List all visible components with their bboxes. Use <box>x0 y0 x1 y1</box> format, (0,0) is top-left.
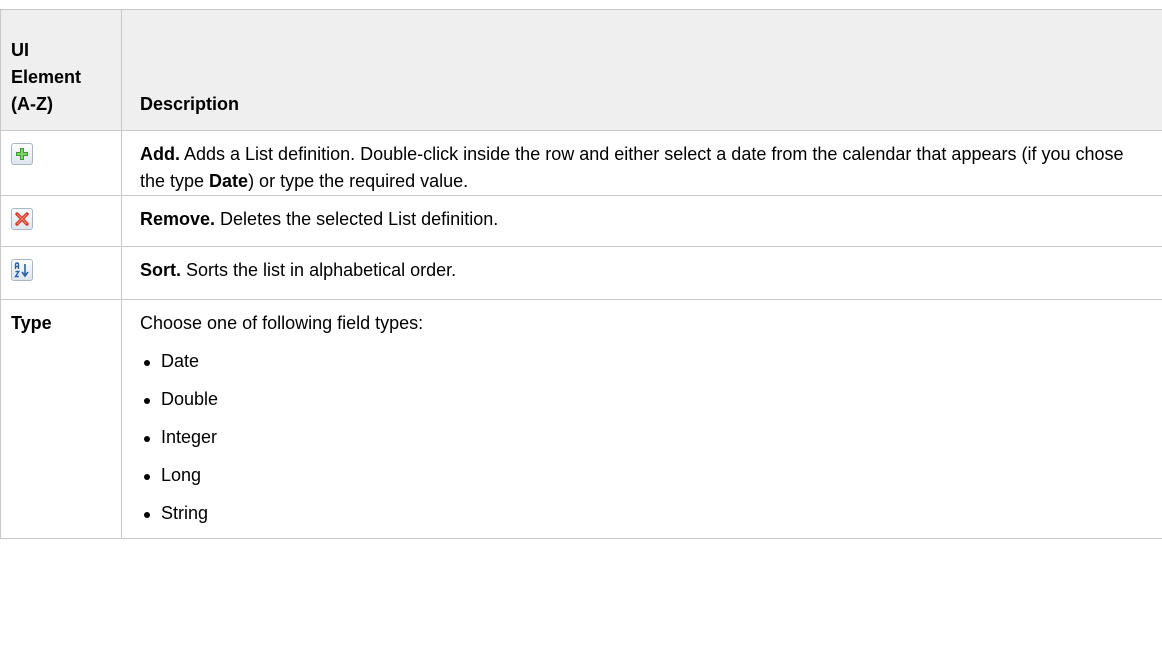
list-item-label: Integer <box>161 427 218 447</box>
add-icon-cell <box>0 130 122 196</box>
remove-x-icon <box>11 208 33 230</box>
table-row-add: Add. Adds a List definition. Double-clic… <box>0 130 1162 196</box>
table-row-remove: Remove. Deletes the selected List defini… <box>0 195 1162 247</box>
list-item-label: Date <box>161 351 200 371</box>
bullet-icon <box>144 512 150 518</box>
add-bold-date: Date <box>209 171 249 191</box>
list-item-label: String <box>161 503 209 523</box>
sort-description: Sort. Sorts the list in alphabetical ord… <box>121 246 1162 300</box>
add-title: Add. <box>140 144 180 164</box>
header-ui-element: UI Element (A-Z) <box>0 9 122 131</box>
field-type-list: Date Double Integer Long String <box>140 348 1144 538</box>
remove-text: Deletes the selected List definition. <box>215 209 499 229</box>
table-row-type: Type Choose one of following field types… <box>0 299 1162 539</box>
remove-icon-cell <box>0 195 122 247</box>
bullet-icon <box>144 360 150 366</box>
header-ui-element-line-1: UI <box>11 40 29 60</box>
sort-icon-cell <box>0 246 122 300</box>
sort-title: Sort. <box>140 260 182 280</box>
header-ui-element-line-2: Element <box>11 67 82 87</box>
list-item-label: Double <box>161 389 219 409</box>
list-item-string: String <box>140 500 1144 538</box>
type-element-label: Type <box>0 299 122 539</box>
list-item-label: Long <box>161 465 202 485</box>
header-description: Description <box>121 9 1162 131</box>
add-text-after: ) or type the required value. <box>248 171 469 191</box>
add-description: Add. Adds a List definition. Double-clic… <box>121 130 1162 196</box>
table-row-sort: Sort. Sorts the list in alphabetical ord… <box>0 246 1162 300</box>
remove-description: Remove. Deletes the selected List defini… <box>121 195 1162 247</box>
sort-az-icon <box>11 259 33 281</box>
list-item-date: Date <box>140 348 1144 386</box>
list-item-integer: Integer <box>140 424 1144 462</box>
header-ui-element-line-3: (A-Z) <box>11 94 53 114</box>
bullet-icon <box>144 398 150 404</box>
type-intro: Choose one of following field types: <box>140 313 424 333</box>
list-item-long: Long <box>140 462 1144 500</box>
table-header-row: UI Element (A-Z) Description <box>0 9 1162 131</box>
type-description: Choose one of following field types: Dat… <box>121 299 1162 539</box>
bullet-icon <box>144 436 150 442</box>
list-item-double: Double <box>140 386 1144 424</box>
sort-text: Sorts the list in alphabetical order. <box>181 260 457 280</box>
remove-title: Remove. <box>140 209 216 229</box>
add-plus-icon <box>11 143 33 165</box>
ui-elements-table: UI Element (A-Z) Description Add. Adds a… <box>0 9 1162 539</box>
bullet-icon <box>144 474 150 480</box>
